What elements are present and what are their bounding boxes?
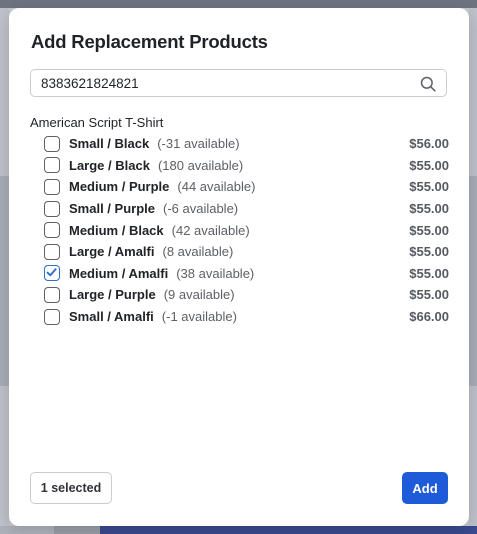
variant-checkbox[interactable] [44, 200, 60, 217]
variant-row[interactable]: Medium / Black (42 available) $55.00 [44, 219, 449, 241]
modal-title: Add Replacement Products [31, 31, 268, 52]
variant-availability: (9 available) [163, 287, 235, 303]
variant-name: Medium / Amalfi [69, 265, 169, 281]
checkmark-icon [46, 268, 57, 277]
variant-price: $55.00 [409, 179, 449, 195]
background-left-block [0, 176, 9, 386]
variant-price: $55.00 [409, 222, 449, 238]
variant-row[interactable]: Small / Black (-31 available) $56.00 [44, 133, 449, 155]
product-title: American Script T-Shirt [30, 115, 164, 130]
add-replacement-products-modal: Add Replacement Products American Script… [9, 8, 469, 526]
variant-name: Medium / Purple [69, 179, 170, 195]
background-topbar [0, 0, 477, 8]
variant-price: $66.00 [409, 309, 449, 325]
variant-availability: (180 available) [157, 157, 244, 173]
variant-row[interactable]: Small / Amalfi (-1 available) $66.00 [44, 306, 449, 328]
variant-checkbox[interactable] [44, 222, 60, 239]
variant-checkbox[interactable] [44, 178, 60, 195]
variant-checkbox[interactable] [44, 135, 60, 152]
variant-row[interactable]: Large / Amalfi (8 available) $55.00 [44, 241, 449, 263]
variant-name: Small / Purple [69, 201, 155, 217]
variant-availability: (44 available) [177, 179, 256, 195]
variant-availability: (42 available) [171, 222, 250, 238]
variant-checkbox[interactable] [44, 157, 60, 174]
background-right-block [469, 176, 477, 386]
variant-price: $56.00 [409, 136, 449, 152]
variant-name: Medium / Black [69, 222, 164, 238]
selected-count-badge[interactable]: 1 selected [30, 472, 112, 504]
background-bottom-gray [54, 526, 100, 534]
variant-price: $55.00 [409, 265, 449, 281]
background-bottom-accent [100, 526, 477, 534]
variant-row[interactable]: Small / Purple (-6 available) $55.00 [44, 198, 449, 220]
variant-price: $55.00 [409, 157, 449, 173]
variant-row[interactable]: Medium / Amalfi (38 available) $55.00 [44, 263, 449, 285]
variant-name: Small / Amalfi [69, 309, 154, 325]
variant-name: Small / Black [69, 136, 150, 152]
add-button[interactable]: Add [402, 472, 448, 504]
variant-checkbox[interactable] [44, 286, 60, 303]
variant-availability: (-31 available) [157, 136, 240, 152]
variant-price: $55.00 [409, 287, 449, 303]
variant-name: Large / Amalfi [69, 244, 155, 260]
variant-availability: (-6 available) [162, 201, 239, 217]
search-input[interactable] [41, 73, 411, 93]
variant-list: Small / Black (-31 available) $56.00 Large … [44, 133, 449, 327]
variant-row[interactable]: Medium / Purple (44 available) $55.00 [44, 176, 449, 198]
variant-row[interactable]: Large / Black (180 available) $55.00 [44, 155, 449, 177]
variant-availability: (8 available) [162, 244, 234, 260]
variant-price: $55.00 [409, 201, 449, 217]
variant-checkbox[interactable] [44, 265, 60, 282]
variant-availability: (38 available) [176, 265, 255, 281]
variant-checkbox[interactable] [44, 308, 60, 325]
variant-price: $55.00 [409, 244, 449, 260]
variant-name: Large / Black [69, 157, 150, 173]
variant-row[interactable]: Large / Purple (9 available) $55.00 [44, 284, 449, 306]
search-field[interactable] [30, 69, 447, 97]
variant-availability: (-1 available) [161, 309, 237, 325]
variant-name: Large / Purple [69, 287, 156, 303]
variant-checkbox[interactable] [44, 243, 60, 260]
search-icon[interactable] [420, 76, 436, 92]
